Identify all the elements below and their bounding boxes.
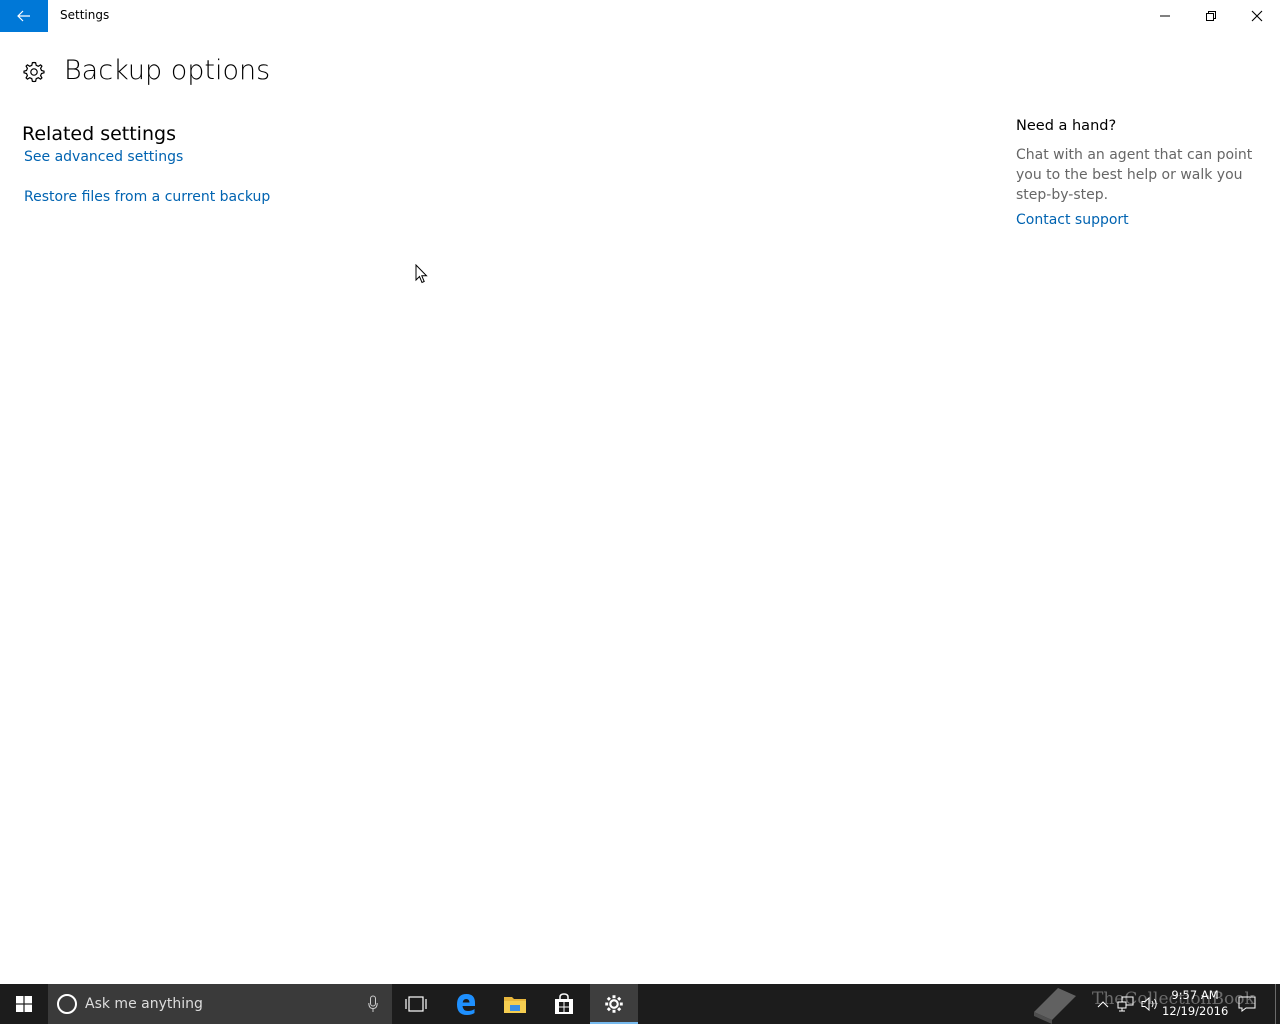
back-button[interactable] xyxy=(0,0,48,32)
chevron-up-icon xyxy=(1097,1001,1109,1008)
edge-icon xyxy=(457,994,475,1015)
close-icon xyxy=(1251,10,1263,22)
show-hidden-icons-button[interactable] xyxy=(1094,984,1112,1024)
restore-files-link[interactable]: Restore files from a current backup xyxy=(24,189,270,205)
search-placeholder: Ask me anything xyxy=(85,996,203,1012)
window-title: Settings xyxy=(60,8,110,22)
restore-button[interactable] xyxy=(1188,0,1234,32)
restore-icon xyxy=(1206,11,1216,21)
notification-icon xyxy=(1238,996,1256,1012)
close-button[interactable] xyxy=(1234,0,1280,32)
help-description: Chat with an agent that can point you to… xyxy=(1016,147,1253,203)
cortana-icon xyxy=(57,994,77,1014)
file-explorer-button[interactable] xyxy=(491,984,539,1024)
network-icon xyxy=(1117,996,1134,1012)
see-advanced-settings-link[interactable]: See advanced settings xyxy=(24,149,183,165)
search-box[interactable]: Ask me anything xyxy=(48,984,392,1024)
store-button[interactable] xyxy=(540,984,588,1024)
action-center-button[interactable] xyxy=(1234,984,1260,1024)
related-settings-heading: Related settings xyxy=(22,123,176,145)
start-button[interactable] xyxy=(0,984,48,1024)
page-title: Backup options xyxy=(64,55,271,86)
edge-button[interactable] xyxy=(442,984,490,1024)
contact-support-link[interactable]: Contact support xyxy=(1016,212,1129,228)
watermark-book-logo xyxy=(1034,988,1076,1024)
mouse-cursor-icon xyxy=(415,264,428,284)
taskbar: Ask me anything TheCollectionBook 9:57 A… xyxy=(0,984,1280,1024)
minimize-icon xyxy=(1160,15,1170,17)
network-button[interactable] xyxy=(1116,984,1136,1024)
volume-icon xyxy=(1141,996,1157,1012)
arrow-left-icon xyxy=(17,10,30,22)
settings-icon xyxy=(605,995,623,1013)
minimize-button[interactable] xyxy=(1142,0,1188,32)
clock-time: 9:57 AM xyxy=(1171,988,1219,1002)
volume-button[interactable] xyxy=(1140,984,1160,1024)
store-icon xyxy=(555,993,573,1014)
settings-taskbar-button[interactable] xyxy=(590,984,638,1024)
help-heading: Need a hand? xyxy=(1016,118,1117,134)
clock-date: 12/19/2016 xyxy=(1162,1004,1229,1018)
microphone-icon[interactable] xyxy=(368,995,378,1013)
task-view-icon xyxy=(405,996,427,1012)
file-explorer-icon xyxy=(504,997,526,1013)
taskbar-clock[interactable]: 9:57 AM 12/19/2016 xyxy=(1162,987,1228,1019)
show-desktop-button[interactable] xyxy=(1275,984,1276,1024)
windows-logo-icon xyxy=(16,996,32,1012)
title-bar: Settings xyxy=(0,0,1280,32)
gear-icon xyxy=(23,61,45,83)
task-view-button[interactable] xyxy=(392,984,440,1024)
